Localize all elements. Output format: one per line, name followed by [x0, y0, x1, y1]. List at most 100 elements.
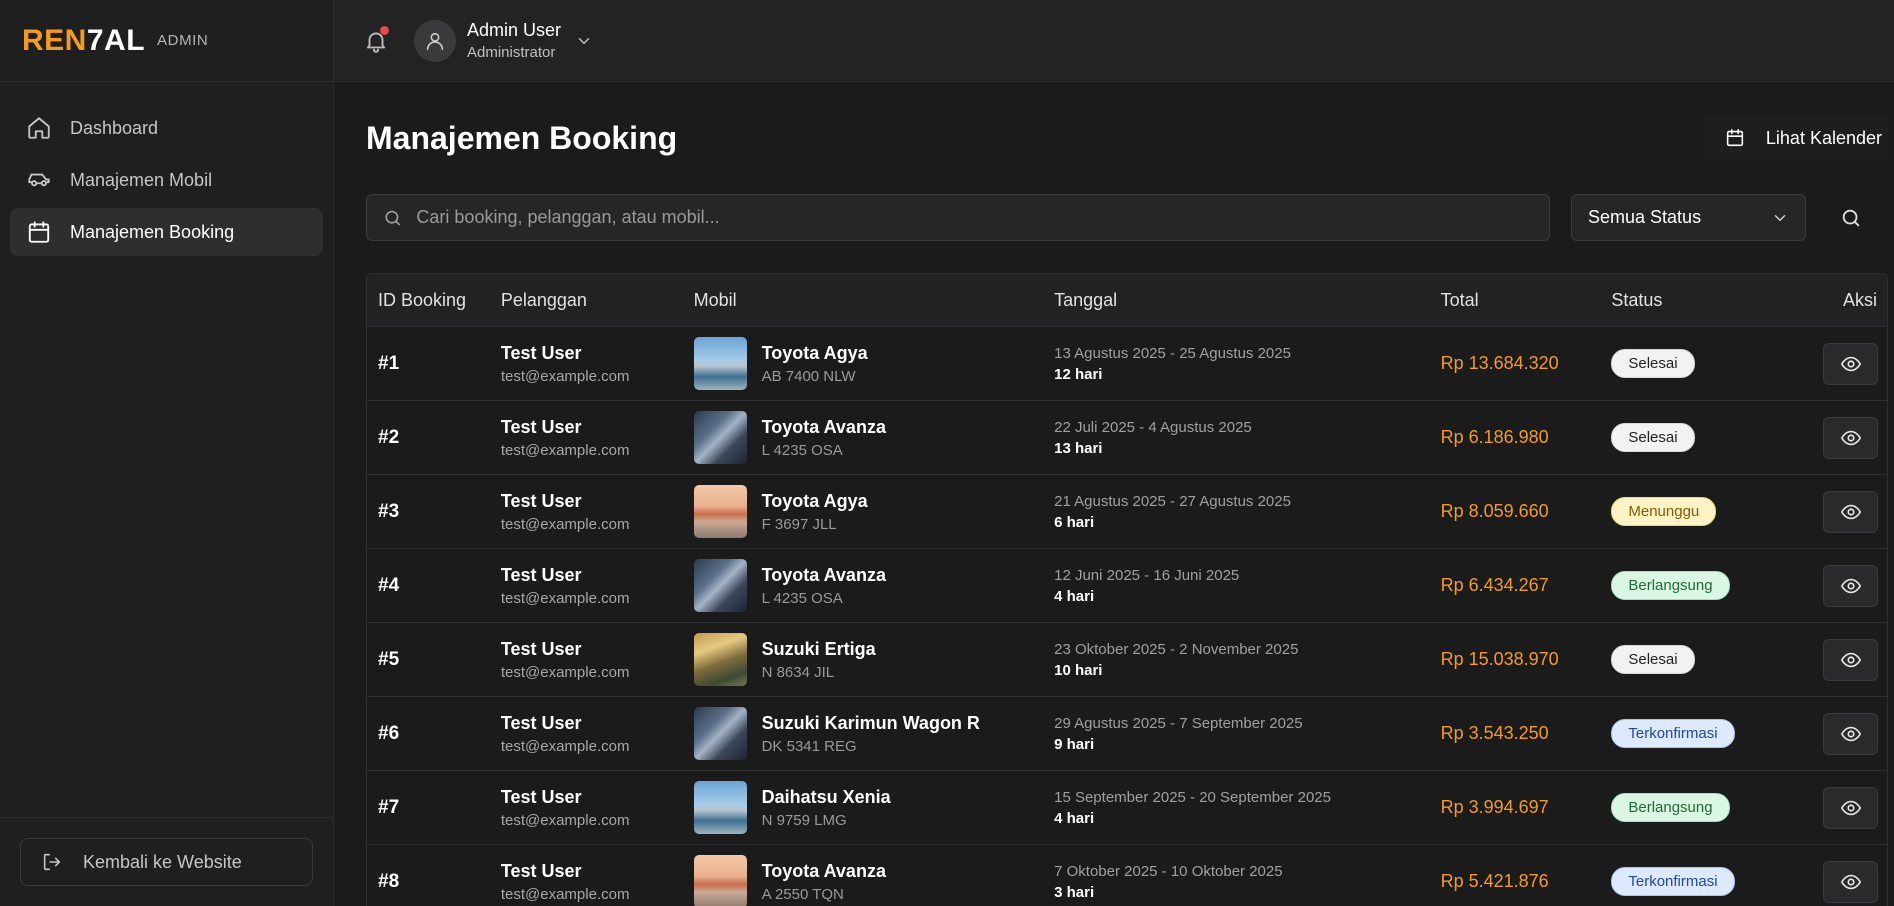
table-header: ID Booking Pelanggan Mobil Tanggal Total… — [367, 274, 1887, 327]
car-plate: L 4235 OSA — [761, 589, 843, 607]
booking-date-range: 12 Juni 2025 - 16 Juni 2025 — [1054, 566, 1240, 584]
view-booking-button[interactable] — [1823, 564, 1878, 607]
table-row[interactable]: #3 Test User test@example.com Toyota Agy… — [367, 475, 1887, 549]
eye-icon — [1840, 652, 1861, 667]
table-row[interactable]: #5 Test User test@example.com Suzuki Ert… — [367, 623, 1887, 697]
view-booking-button[interactable] — [1823, 638, 1878, 681]
customer-name: Test User — [500, 564, 582, 585]
car-thumbnail — [693, 855, 747, 906]
booking-date-range: 13 Agustus 2025 - 25 Agustus 2025 — [1054, 344, 1291, 362]
customer-name: Test User — [500, 712, 582, 733]
booking-total: Rp 13.684.320 — [1440, 353, 1559, 373]
sidebar-item-dashboard[interactable]: Dashboard — [10, 104, 323, 152]
eye-icon — [1840, 800, 1861, 815]
customer-email: test@example.com — [500, 441, 630, 459]
customer-email: test@example.com — [500, 367, 630, 385]
notification-dot — [380, 25, 389, 35]
table-row[interactable]: #1 Test User test@example.com Toyota Agy… — [367, 327, 1887, 401]
car-name: Daihatsu Xenia — [761, 786, 891, 807]
search-box — [366, 194, 1550, 241]
booking-duration: 4 hari — [1054, 587, 1095, 605]
header-customer: Pelanggan — [500, 289, 587, 310]
view-booking-button[interactable] — [1823, 712, 1878, 755]
eye-icon — [1840, 578, 1861, 593]
booking-duration: 3 hari — [1054, 883, 1095, 901]
sidebar-item-label: Manajemen Mobil — [70, 169, 213, 190]
booking-id: #6 — [378, 722, 400, 744]
notifications-button[interactable] — [360, 25, 392, 57]
user-menu[interactable]: Admin User Administrator — [414, 19, 593, 62]
back-to-website-button[interactable]: Kembali ke Website — [20, 838, 313, 886]
customer-name: Test User — [500, 342, 582, 363]
status-badge: Selesai — [1611, 645, 1695, 674]
booking-duration: 10 hari — [1054, 661, 1103, 679]
car-thumbnail — [693, 707, 747, 760]
table-row[interactable]: #4 Test User test@example.com Toyota Ava… — [367, 549, 1887, 623]
booking-id: #5 — [378, 648, 400, 670]
table-row[interactable]: #6 Test User test@example.com Suzuki Kar… — [367, 697, 1887, 771]
car-plate: L 4235 OSA — [761, 441, 843, 459]
search-icon — [385, 210, 400, 225]
view-booking-button[interactable] — [1823, 416, 1878, 459]
booking-id: #4 — [378, 574, 400, 596]
calendar-icon — [1726, 128, 1744, 147]
booking-id: #3 — [378, 500, 400, 522]
brand-tag: ADMIN — [157, 32, 209, 49]
header-date: Tanggal — [1054, 289, 1118, 310]
car-plate: DK 5341 REG — [761, 737, 857, 755]
car-name: Toyota Avanza — [761, 416, 886, 437]
brand-logo[interactable]: REN7AL — [22, 24, 145, 58]
status-badge: Menunggu — [1611, 497, 1717, 526]
status-filter-value: Semua Status — [1588, 207, 1702, 227]
table-body: #1 Test User test@example.com Toyota Agy… — [367, 327, 1887, 906]
sidebar-item-label: Manajemen Booking — [70, 221, 235, 242]
customer-name: Test User — [500, 416, 582, 437]
status-filter-select[interactable]: Semua Status — [1571, 194, 1806, 241]
sidebar-item-cars[interactable]: Manajemen Mobil — [10, 156, 323, 204]
bookings-table: ID Booking Pelanggan Mobil Tanggal Total… — [366, 273, 1888, 906]
customer-email: test@example.com — [500, 811, 630, 829]
view-booking-button[interactable] — [1823, 342, 1878, 385]
status-badge: Berlangsung — [1611, 571, 1730, 600]
booking-duration: 4 hari — [1054, 809, 1095, 827]
view-calendar-button[interactable]: Lihat Kalender — [1703, 115, 1888, 161]
booking-total: Rp 8.059.660 — [1440, 501, 1549, 521]
main: Admin User Administrator Manajemen Booki… — [334, 0, 1894, 906]
search-input[interactable] — [416, 207, 1549, 228]
view-booking-button[interactable] — [1823, 860, 1878, 903]
status-badge: Selesai — [1611, 349, 1695, 378]
booking-duration: 6 hari — [1054, 513, 1095, 531]
logout-icon — [43, 853, 61, 871]
status-badge: Terkonfirmasi — [1611, 867, 1735, 896]
table-row[interactable]: #2 Test User test@example.com Toyota Ava… — [367, 401, 1887, 475]
booking-date-range: 29 Agustus 2025 - 7 September 2025 — [1054, 714, 1303, 732]
customer-name: Test User — [500, 860, 582, 881]
booking-date-range: 15 September 2025 - 20 September 2025 — [1054, 788, 1331, 806]
car-thumbnail — [693, 485, 747, 538]
car-thumbnail — [693, 781, 747, 834]
sidebar-item-label: Dashboard — [70, 117, 159, 138]
table-row[interactable]: #8 Test User test@example.com Toyota Ava… — [367, 845, 1887, 906]
table-row[interactable]: #7 Test User test@example.com Daihatsu X… — [367, 771, 1887, 845]
header-action: Aksi — [1842, 289, 1877, 310]
car-name: Suzuki Ertiga — [761, 638, 876, 659]
booking-id: #7 — [378, 796, 400, 818]
header-total: Total — [1440, 289, 1479, 310]
sidebar-item-bookings[interactable]: Manajemen Booking — [10, 208, 323, 256]
calendar-icon — [28, 221, 50, 243]
page-title: Manajemen Booking — [366, 119, 678, 156]
booking-duration: 12 hari — [1054, 365, 1103, 383]
car-plate: AB 7400 NLW — [761, 367, 856, 385]
customer-email: test@example.com — [500, 737, 630, 755]
customer-email: test@example.com — [500, 663, 630, 681]
booking-total: Rp 6.434.267 — [1440, 575, 1549, 595]
view-booking-button[interactable] — [1823, 490, 1878, 533]
view-booking-button[interactable] — [1823, 786, 1878, 829]
car-plate: F 3697 JLL — [761, 515, 837, 533]
home-icon — [28, 117, 50, 139]
car-plate: N 9759 LMG — [761, 811, 847, 829]
header-status: Status — [1611, 289, 1663, 310]
search-button[interactable] — [1836, 203, 1866, 233]
user-role: Administrator — [467, 44, 556, 61]
car-thumbnail — [693, 337, 747, 390]
